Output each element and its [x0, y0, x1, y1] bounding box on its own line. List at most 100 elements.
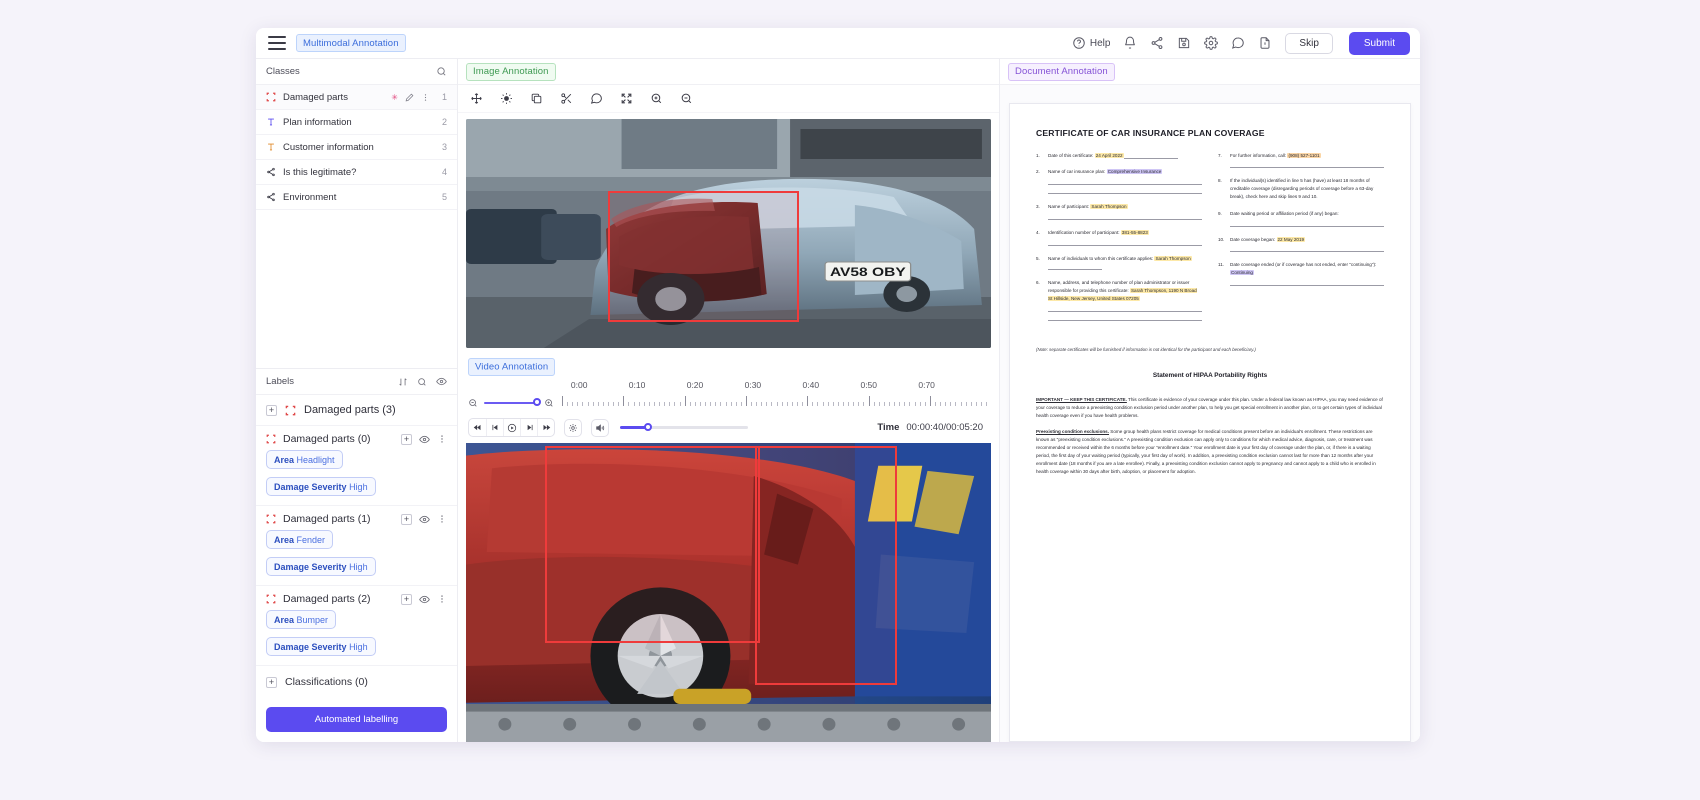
copy-icon[interactable]	[530, 92, 543, 105]
more-vertical-icon[interactable]	[421, 93, 430, 102]
chat-icon[interactable]	[1231, 36, 1245, 50]
document-page[interactable]: CERTIFICATE OF CAR INSURANCE PLAN COVERA…	[1009, 103, 1411, 742]
class-row-environment[interactable]: Environment 5	[256, 185, 457, 210]
gear-icon[interactable]	[1204, 36, 1218, 50]
label-group-header[interactable]: + Damaged parts (3)	[256, 395, 457, 426]
brightness-icon[interactable]	[500, 92, 513, 105]
add-attribute-button[interactable]: +	[401, 514, 412, 525]
add-attribute-button[interactable]: +	[401, 594, 412, 605]
zoom-out-icon[interactable]	[468, 398, 478, 408]
bounding-box-annotation[interactable]	[608, 191, 800, 322]
item-highlight: Comprehensive Insurance	[1107, 169, 1163, 174]
add-attribute-button[interactable]: +	[401, 434, 412, 445]
annotated-car-photo[interactable]: AV58 OBY	[466, 119, 991, 348]
chip-value: Headlight	[297, 455, 335, 465]
chip-area[interactable]: Area Fender	[266, 530, 333, 549]
comment-icon[interactable]	[590, 92, 603, 105]
eye-icon[interactable]	[419, 434, 430, 445]
tick-label: 0:50	[860, 380, 877, 390]
classifications-row[interactable]: + Classifications (0)	[256, 665, 457, 698]
chip-area[interactable]: Area Headlight	[266, 450, 343, 469]
share-icon[interactable]	[1150, 36, 1164, 50]
label-item-header[interactable]: Damaged parts (2) +	[256, 586, 457, 610]
zoom-slider-knob[interactable]	[533, 398, 541, 406]
more-vertical-icon[interactable]	[437, 434, 447, 444]
label-item-header[interactable]: Damaged parts (1) +	[256, 506, 457, 530]
time-label: Time	[877, 422, 899, 433]
chip-area[interactable]: Area Bumper	[266, 610, 336, 629]
class-row-customer-information[interactable]: Customer information 3	[256, 135, 457, 160]
chip-key: Damage Severity	[274, 562, 347, 572]
class-row-damaged-parts[interactable]: Damaged parts ✳ 1	[256, 85, 457, 110]
volume-slider-knob[interactable]	[644, 423, 652, 431]
zoom-slider-track[interactable]	[484, 402, 538, 405]
save-icon[interactable]	[1177, 36, 1191, 50]
timeline-ruler[interactable]: 0:00 0:10 0:20 0:30 0:40 0:50 0:70	[562, 380, 991, 414]
image-annotation-stage: AV58 OBY	[458, 113, 999, 348]
blank-line	[1124, 154, 1178, 159]
bounding-box-annotation[interactable]	[755, 446, 897, 685]
search-icon[interactable]	[436, 66, 447, 77]
class-row-plan-information[interactable]: Plan information 2	[256, 110, 457, 135]
item-highlight: 381-55-8823	[1121, 230, 1149, 235]
expand-group-button[interactable]: +	[266, 405, 277, 416]
blank-line	[1230, 246, 1384, 252]
fullscreen-icon[interactable]	[620, 92, 633, 105]
zoom-out-icon[interactable]	[680, 92, 693, 105]
volume-button[interactable]	[591, 419, 609, 437]
bell-icon[interactable]	[1123, 36, 1137, 50]
help-button[interactable]: Help	[1072, 36, 1111, 50]
step-back-icon[interactable]	[486, 419, 503, 436]
skip-back-icon[interactable]	[469, 419, 486, 436]
timeline-ticks	[562, 395, 991, 406]
volume-icon	[595, 423, 605, 433]
document-annotation-header: Document Annotation	[1000, 59, 1420, 85]
move-icon[interactable]	[470, 92, 483, 105]
blank-line	[1230, 221, 1384, 227]
hamburger-icon[interactable]	[268, 36, 286, 50]
chip-damage-severity[interactable]: Damage Severity High	[266, 557, 376, 576]
step-forward-icon[interactable]	[520, 419, 537, 436]
class-index: 2	[442, 117, 447, 127]
eye-icon[interactable]	[436, 376, 447, 387]
zoom-in-icon[interactable]	[544, 398, 554, 408]
bounding-box-icon	[266, 92, 276, 102]
chip-damage-severity[interactable]: Damage Severity High	[266, 477, 376, 496]
document-icon[interactable]	[1258, 36, 1272, 50]
skip-button[interactable]: Skip	[1285, 33, 1332, 54]
item-label: Date of this certificate:	[1048, 153, 1093, 158]
label-item-header[interactable]: Damaged parts (0) +	[256, 426, 457, 450]
volume-slider[interactable]	[620, 426, 748, 429]
play-icon[interactable]	[503, 419, 520, 436]
blank-line	[1048, 240, 1202, 246]
more-vertical-icon[interactable]	[437, 514, 447, 524]
document-list-item: 10. Date coverage began: 22 May 2019	[1218, 236, 1384, 253]
chip-value: Fender	[297, 535, 326, 545]
item-number: 3.	[1036, 203, 1044, 220]
eye-icon[interactable]	[419, 594, 430, 605]
item-highlight: 24 April 2022	[1095, 153, 1124, 158]
classifications-title: Classifications (0)	[285, 676, 368, 688]
expand-classifications-button[interactable]: +	[266, 677, 277, 688]
item-highlight: 22 May 2019	[1277, 237, 1306, 242]
eye-icon[interactable]	[419, 514, 430, 525]
chip-damage-severity[interactable]: Damage Severity High	[266, 637, 376, 656]
label-item-title: Damaged parts (2)	[283, 593, 394, 605]
zoom-in-icon[interactable]	[650, 92, 663, 105]
page-title: Multimodal Annotation	[296, 34, 406, 52]
document-list-item: 9. Date waiting period or affiliation pe…	[1218, 210, 1384, 227]
annotated-video-frame[interactable]	[466, 443, 991, 742]
class-row-is-this-legitimate[interactable]: Is this legitimate? 4	[256, 160, 457, 185]
submit-button[interactable]: Submit	[1349, 32, 1410, 55]
edit-icon[interactable]	[405, 93, 414, 102]
scissors-icon[interactable]	[560, 92, 573, 105]
bounding-box-annotation[interactable]	[545, 446, 760, 643]
automated-labelling-button[interactable]: Automated labelling	[266, 707, 447, 732]
document-scroll-area[interactable]: CERTIFICATE OF CAR INSURANCE PLAN COVERA…	[1000, 85, 1420, 742]
video-settings-button[interactable]	[564, 419, 582, 437]
skip-forward-icon[interactable]	[537, 419, 554, 436]
search-icon[interactable]	[417, 377, 427, 387]
more-vertical-icon[interactable]	[437, 594, 447, 604]
timeline-zoom-slider[interactable]	[468, 398, 554, 414]
sort-icon[interactable]	[398, 377, 408, 387]
